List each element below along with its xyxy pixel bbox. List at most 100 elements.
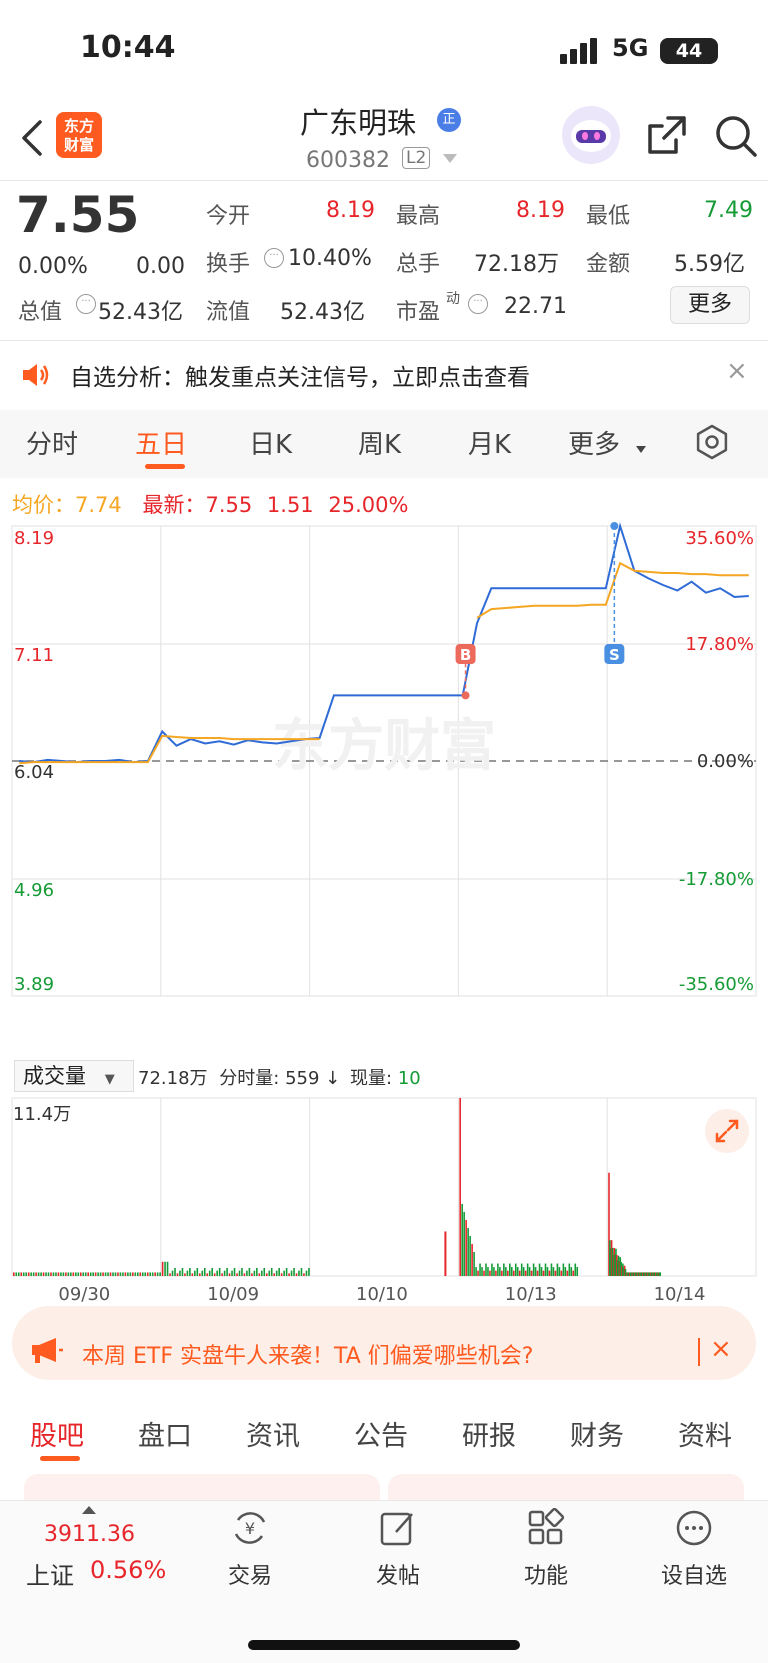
volume-bar bbox=[532, 1263, 535, 1276]
search-icon[interactable] bbox=[714, 114, 758, 158]
volume-bar bbox=[94, 1272, 97, 1276]
volume-bar bbox=[510, 1267, 513, 1276]
volume-chart[interactable] bbox=[0, 1096, 768, 1308]
volume-bar bbox=[574, 1263, 577, 1276]
volume-bar bbox=[179, 1270, 181, 1276]
volume-bar bbox=[473, 1251, 475, 1276]
more-dots-icon[interactable]: ··· bbox=[468, 294, 488, 314]
volume-bar bbox=[514, 1263, 517, 1276]
tab-weekly-k[interactable]: 周K bbox=[358, 424, 401, 461]
functions-icon[interactable] bbox=[526, 1508, 566, 1548]
tab-five-day[interactable]: 五日 bbox=[135, 424, 187, 461]
volume-bar bbox=[483, 1270, 485, 1276]
volume-bar bbox=[194, 1270, 196, 1276]
share-icon[interactable] bbox=[646, 114, 688, 156]
volume-bar bbox=[550, 1263, 553, 1276]
tab-finance[interactable]: 财务 bbox=[570, 1414, 624, 1453]
change-pct: 0.00% bbox=[18, 254, 88, 279]
nav-add-watchlist[interactable]: 设自选 bbox=[634, 1558, 754, 1590]
volume-bar bbox=[75, 1272, 77, 1276]
x-tick-label: 10/10 bbox=[356, 1284, 408, 1305]
tab-news[interactable]: 资讯 bbox=[246, 1414, 300, 1453]
volume-bar bbox=[203, 1267, 206, 1276]
tab-guba[interactable]: 股吧 bbox=[30, 1414, 84, 1453]
nav-functions[interactable]: 功能 bbox=[486, 1558, 606, 1590]
tab-more[interactable]: 更多 bbox=[568, 424, 620, 461]
volume-bar bbox=[512, 1270, 515, 1276]
volume-bar bbox=[129, 1272, 132, 1276]
stock-code: 600382 bbox=[306, 148, 390, 173]
add-watchlist-icon[interactable] bbox=[674, 1508, 714, 1548]
y-tick-right: 35.60% bbox=[685, 528, 754, 549]
high-label: 最高 bbox=[396, 204, 441, 229]
post-icon[interactable] bbox=[378, 1508, 418, 1548]
trade-icon[interactable]: ¥ bbox=[230, 1508, 270, 1548]
index-pct[interactable]: 0.56% bbox=[90, 1556, 166, 1584]
volume-bar bbox=[505, 1267, 507, 1276]
volume-indicator-select[interactable]: 成交量 ▼ bbox=[14, 1060, 134, 1092]
nav-post[interactable]: 发帖 bbox=[338, 1558, 458, 1590]
volume-bar bbox=[206, 1273, 209, 1276]
speaker-icon bbox=[23, 364, 49, 386]
tab-pankou[interactable]: 盘口 bbox=[138, 1414, 192, 1453]
assistant-robot-icon[interactable] bbox=[562, 106, 620, 164]
megaphone-icon bbox=[32, 1338, 63, 1363]
low-value: 7.49 bbox=[704, 198, 753, 223]
volume-bar bbox=[127, 1272, 129, 1276]
amount-label: 金额 bbox=[586, 252, 631, 277]
svg-text:¥: ¥ bbox=[245, 1519, 255, 1538]
volume-bar bbox=[290, 1270, 293, 1276]
volume-bar bbox=[20, 1272, 23, 1276]
price-chart[interactable]: 东方财富 8.19 7.11 6.04 4.96 3.89 35.60% 17.80% 0.00… bbox=[0, 522, 768, 1062]
chevron-down-icon[interactable] bbox=[443, 154, 457, 163]
volume-value: 72.18万 bbox=[474, 252, 559, 277]
home-indicator bbox=[248, 1640, 520, 1650]
tab-profile[interactable]: 资料 bbox=[678, 1414, 732, 1453]
volume-bar bbox=[156, 1272, 159, 1276]
more-button[interactable]: 更多 bbox=[670, 286, 750, 324]
index-name[interactable]: 上证 bbox=[26, 1556, 74, 1591]
tab-daily-k[interactable]: 日K bbox=[249, 424, 292, 461]
volume-bar bbox=[516, 1267, 519, 1276]
volume-bar bbox=[97, 1272, 99, 1276]
tab-intraday[interactable]: 分时 bbox=[26, 424, 78, 461]
volume-bar bbox=[99, 1272, 102, 1276]
caret-up-icon bbox=[82, 1506, 96, 1514]
volume-bar bbox=[509, 1263, 511, 1276]
close-icon[interactable]: × bbox=[726, 356, 748, 386]
verified-badge-icon: 正 bbox=[437, 108, 461, 132]
volume-bar bbox=[50, 1272, 52, 1276]
volume-bar bbox=[285, 1267, 288, 1276]
volume-bar bbox=[495, 1270, 497, 1276]
more-dots-icon[interactable]: ··· bbox=[76, 294, 96, 314]
volume-bar bbox=[146, 1272, 149, 1276]
volume-bar bbox=[522, 1267, 525, 1276]
volume-bar bbox=[526, 1263, 529, 1276]
volume-bar bbox=[485, 1263, 487, 1276]
nav-trade[interactable]: 交易 bbox=[190, 1558, 310, 1590]
mktcap-label: 总值 bbox=[18, 300, 63, 325]
tab-announcements[interactable]: 公告 bbox=[354, 1414, 408, 1453]
open-label: 今开 bbox=[206, 204, 251, 229]
volume-bar bbox=[25, 1272, 27, 1276]
volume-bar bbox=[77, 1272, 80, 1276]
volume-bar bbox=[471, 1243, 473, 1276]
volume-bar bbox=[52, 1272, 55, 1276]
volume-bar bbox=[261, 1270, 263, 1276]
banner-text[interactable]: 本周 ETF 实盘牛人来袭！TA 们偏爱哪些机会? bbox=[82, 1338, 533, 1370]
tab-research[interactable]: 研报 bbox=[462, 1414, 516, 1453]
tab-monthly-k[interactable]: 月K bbox=[468, 424, 511, 461]
more-dots-icon[interactable]: ··· bbox=[264, 248, 284, 268]
gear-icon[interactable] bbox=[694, 424, 730, 460]
volume-bar bbox=[243, 1273, 246, 1276]
index-value[interactable]: 3911.36 bbox=[44, 1522, 135, 1547]
close-icon[interactable]: × bbox=[710, 1334, 732, 1364]
level-badge[interactable]: L2 bbox=[402, 147, 431, 169]
volume-bar bbox=[487, 1267, 489, 1276]
expand-icon[interactable] bbox=[704, 1108, 750, 1154]
back-icon[interactable] bbox=[18, 118, 46, 158]
volume-bar bbox=[221, 1273, 223, 1276]
volume-bar bbox=[196, 1267, 199, 1276]
volume-bar bbox=[218, 1267, 221, 1276]
notice-text[interactable]: 自选分析：触发重点关注信号，立即点击查看 bbox=[70, 358, 530, 392]
